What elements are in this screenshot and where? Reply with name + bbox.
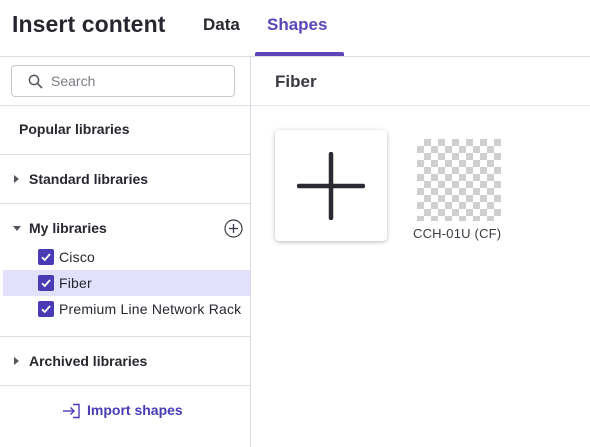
- import-shapes-label: Import shapes: [87, 402, 183, 418]
- add-library-icon[interactable]: [224, 219, 243, 238]
- library-title: Fiber: [275, 72, 317, 91]
- checkbox-checked[interactable]: [38, 301, 54, 317]
- section-popular-libraries[interactable]: Popular libraries: [19, 121, 129, 137]
- search-input[interactable]: [51, 71, 226, 91]
- shape-label: CCH-01U (CF): [413, 226, 502, 241]
- section-archived-libraries[interactable]: Archived libraries: [29, 353, 147, 369]
- section-standard-libraries[interactable]: Standard libraries: [29, 171, 148, 187]
- library-sidebar: Popular libraries Standard libraries My …: [0, 57, 251, 447]
- library-item-cisco[interactable]: Cisco: [3, 244, 250, 270]
- import-icon: [63, 403, 80, 419]
- divider: [0, 336, 250, 337]
- caret-down-icon[interactable]: [13, 226, 21, 231]
- checkmark-icon: [41, 253, 51, 262]
- plus-icon: [297, 152, 365, 220]
- checkbox-checked[interactable]: [38, 249, 54, 265]
- library-item-premium-line-network-rack[interactable]: Premium Line Network Rack: [3, 296, 250, 322]
- tab-data[interactable]: Data: [203, 15, 240, 35]
- divider: [0, 105, 250, 106]
- shapes-panel: Fiber CCH-01U (CF): [251, 57, 590, 447]
- search-box[interactable]: [11, 65, 235, 97]
- add-shape-button[interactable]: [275, 130, 387, 241]
- section-my-libraries[interactable]: My libraries: [29, 220, 107, 236]
- library-item-fiber[interactable]: Fiber: [3, 270, 250, 296]
- divider: [0, 385, 250, 386]
- search-icon: [28, 74, 43, 89]
- checkmark-icon: [41, 305, 51, 314]
- caret-right-icon[interactable]: [14, 357, 19, 365]
- checkbox-checked[interactable]: [38, 275, 54, 291]
- panel-header: Insert content Data Shapes: [0, 0, 590, 57]
- library-header: Fiber: [251, 57, 590, 106]
- caret-right-icon[interactable]: [14, 175, 19, 183]
- shape-thumbnail[interactable]: [417, 139, 501, 221]
- active-tab-indicator: [255, 52, 344, 56]
- checkmark-icon: [41, 279, 51, 288]
- page-title: Insert content: [12, 11, 166, 37]
- tab-shapes[interactable]: Shapes: [267, 15, 327, 35]
- library-label: Fiber: [59, 275, 92, 291]
- library-label: Cisco: [59, 249, 96, 265]
- library-label: Premium Line Network Rack: [59, 301, 242, 317]
- divider: [0, 154, 250, 155]
- divider: [0, 203, 250, 204]
